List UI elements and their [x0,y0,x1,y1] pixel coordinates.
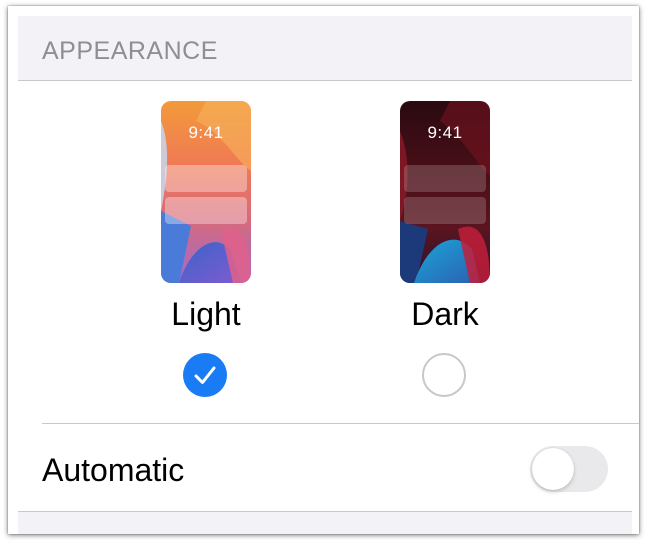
section-footer [18,511,632,534]
light-mode-preview[interactable]: 9:41 [161,101,251,283]
appearance-option-light[interactable]: 9:41 Light [161,101,251,397]
dark-preview-notification [404,197,486,224]
light-option-label: Light [171,296,241,332]
light-preview-notification [165,165,247,192]
row-divider [42,423,639,424]
dark-radio-unselected[interactable] [422,353,466,397]
toggle-knob[interactable] [532,448,574,490]
dark-mode-preview[interactable]: 9:41 [400,101,490,283]
dark-option-label: Dark [411,296,479,332]
light-preview-notification [165,197,247,224]
appearance-option-dark[interactable]: 9:41 Dark [400,101,490,397]
light-preview-time: 9:41 [188,123,224,142]
section-title: APPEARANCE [42,37,218,65]
automatic-label: Automatic [42,452,185,488]
dark-preview-notification [404,165,486,192]
appearance-settings-panel: APPEARANCE 9:41 Light 9:41 Dark Automati… [8,6,639,534]
dark-preview-time: 9:41 [427,123,463,142]
checkmark-icon [194,366,216,384]
automatic-toggle[interactable] [530,446,608,492]
light-radio-selected[interactable] [183,353,227,397]
section-header: APPEARANCE [18,16,632,81]
